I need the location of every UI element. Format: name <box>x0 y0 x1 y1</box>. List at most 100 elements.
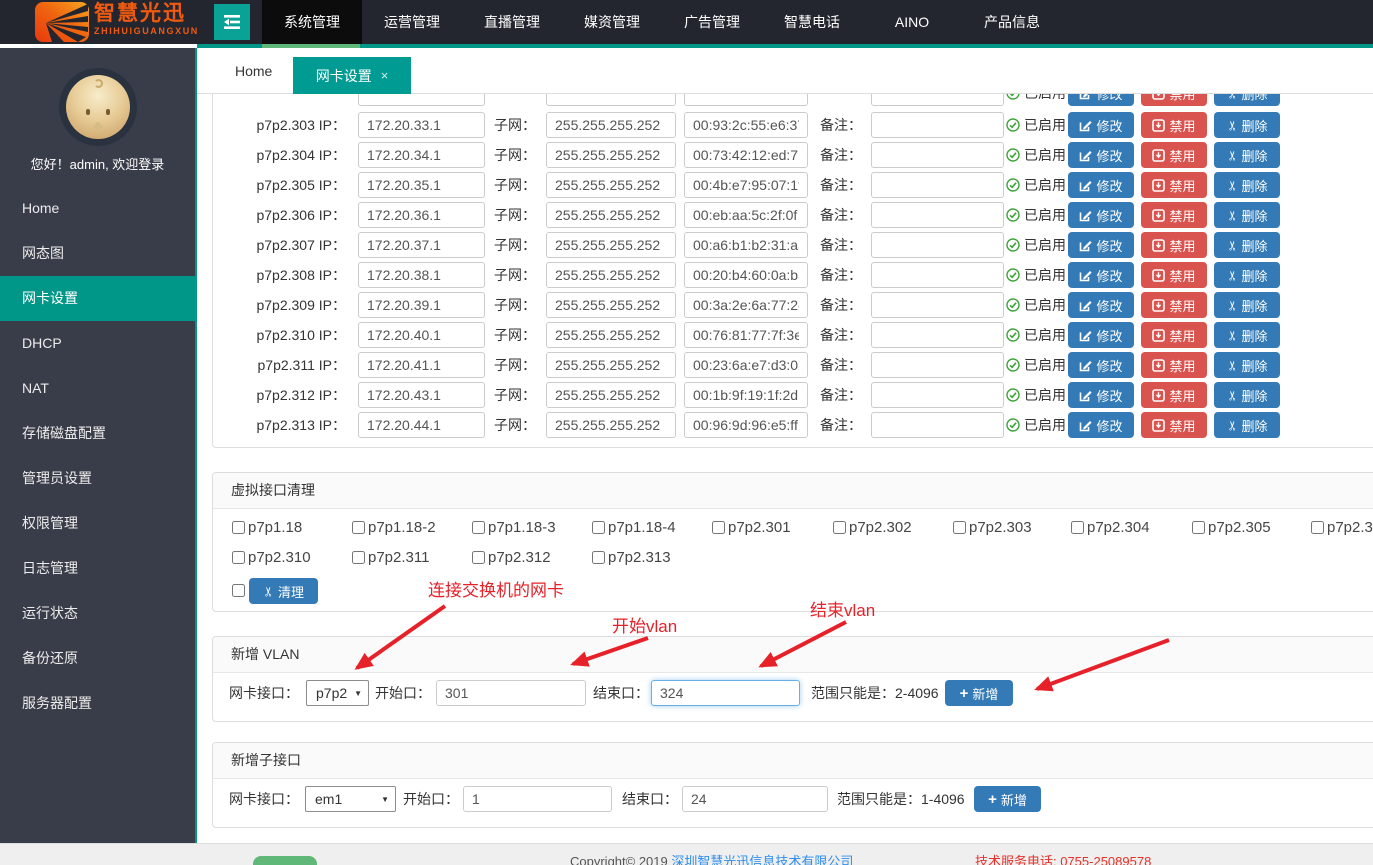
subif-end-input[interactable] <box>682 786 828 812</box>
note-input[interactable] <box>871 382 1004 408</box>
tab-network-settings[interactable]: 网卡设置 × <box>293 57 411 94</box>
checkbox-p7p2.306[interactable] <box>1311 521 1324 534</box>
sidebar-collapse-button[interactable] <box>214 4 250 40</box>
cleanup-checkbox-p7p2.311[interactable]: p7p2.311 <box>352 549 429 566</box>
note-input[interactable] <box>871 202 1004 228</box>
delete-button[interactable]: ✂删除 <box>1214 112 1280 138</box>
note-input[interactable] <box>871 112 1004 138</box>
disable-button[interactable]: 禁用 <box>1141 322 1207 348</box>
checkbox-p7p1.18[interactable] <box>232 521 245 534</box>
delete-button[interactable]: ✂删除 <box>1214 232 1280 258</box>
delete-button[interactable]: ✂删除 <box>1214 292 1280 318</box>
tab-home[interactable]: Home <box>235 48 272 94</box>
checkbox-p7p1.18-4[interactable] <box>592 521 605 534</box>
sidebar-item-服务器配置[interactable]: 服务器配置 <box>0 681 195 726</box>
nav-item-AINO[interactable]: AINO <box>862 0 962 44</box>
subif-start-input[interactable] <box>463 786 612 812</box>
cleanup-checkbox-p7p2.302[interactable]: p7p2.302 <box>833 519 912 536</box>
cleanup-checkbox-p7p2.304[interactable]: p7p2.304 <box>1071 519 1150 536</box>
edit-button[interactable]: 修改 <box>1068 382 1134 408</box>
cleanup-checkbox-p7p2.313[interactable]: p7p2.313 <box>592 549 671 566</box>
ip-input[interactable] <box>358 172 485 198</box>
disable-button[interactable]: 禁用 <box>1141 262 1207 288</box>
disable-button[interactable]: 禁用 <box>1141 94 1207 106</box>
cleanup-select-all-checkbox[interactable] <box>232 584 245 597</box>
checkbox-p7p2.312[interactable] <box>472 551 485 564</box>
cleanup-checkbox-p7p2.310[interactable]: p7p2.310 <box>232 549 311 566</box>
subnet-input[interactable] <box>546 232 676 258</box>
edit-button[interactable]: 修改 <box>1068 412 1134 438</box>
cleanup-checkbox-p7p1.18[interactable]: p7p1.18 <box>232 519 302 536</box>
ip-input[interactable] <box>358 232 485 258</box>
note-input[interactable] <box>871 232 1004 258</box>
cleanup-checkbox-p7p1.18-3[interactable]: p7p1.18-3 <box>472 519 556 536</box>
mac-input[interactable] <box>684 262 808 288</box>
sidebar-item-管理员设置[interactable]: 管理员设置 <box>0 456 195 501</box>
sidebar-item-网态图[interactable]: 网态图 <box>0 231 195 276</box>
note-input[interactable] <box>871 94 1004 106</box>
sidebar-item-Home[interactable]: Home <box>0 186 195 231</box>
mac-input[interactable] <box>684 352 808 378</box>
note-input[interactable] <box>871 412 1004 438</box>
delete-button[interactable]: ✂删除 <box>1214 322 1280 348</box>
subif-add-button[interactable]: + 新增 <box>974 786 1041 812</box>
edit-button[interactable]: 修改 <box>1068 142 1134 168</box>
ip-input[interactable] <box>358 112 485 138</box>
subnet-input[interactable] <box>546 112 676 138</box>
nav-item-媒资管理[interactable]: 媒资管理 <box>562 0 662 44</box>
ip-input[interactable] <box>358 292 485 318</box>
sidebar-item-NAT[interactable]: NAT <box>0 366 195 411</box>
note-input[interactable] <box>871 292 1004 318</box>
delete-button[interactable]: ✂删除 <box>1214 382 1280 408</box>
checkbox-p7p2.311[interactable] <box>352 551 365 564</box>
delete-button[interactable]: ✂删除 <box>1214 202 1280 228</box>
checkbox-p7p1.18-2[interactable] <box>352 521 365 534</box>
mac-input[interactable] <box>684 112 808 138</box>
nav-item-直播管理[interactable]: 直播管理 <box>462 0 562 44</box>
delete-button[interactable]: ✂删除 <box>1214 172 1280 198</box>
delete-button[interactable]: ✂删除 <box>1214 412 1280 438</box>
cleanup-checkbox-p7p2.305[interactable]: p7p2.305 <box>1192 519 1271 536</box>
note-input[interactable] <box>871 142 1004 168</box>
mac-input[interactable] <box>684 142 808 168</box>
sidebar-item-日志管理[interactable]: 日志管理 <box>0 546 195 591</box>
ip-input[interactable] <box>358 142 485 168</box>
ip-input[interactable] <box>358 202 485 228</box>
mac-input[interactable] <box>684 202 808 228</box>
subnet-input[interactable] <box>546 142 676 168</box>
edit-button[interactable]: 修改 <box>1068 112 1134 138</box>
note-input[interactable] <box>871 322 1004 348</box>
edit-button[interactable]: 修改 <box>1068 292 1134 318</box>
sidebar-item-网卡设置[interactable]: 网卡设置 <box>0 276 195 321</box>
subnet-input[interactable] <box>546 322 676 348</box>
cleanup-checkbox-p7p2.303[interactable]: p7p2.303 <box>953 519 1032 536</box>
nav-item-运营管理[interactable]: 运营管理 <box>362 0 462 44</box>
delete-button[interactable]: ✂删除 <box>1214 94 1280 106</box>
subif-nic-select[interactable]: em1▼ <box>305 786 396 812</box>
subnet-input[interactable] <box>546 412 676 438</box>
checkbox-p7p2.310[interactable] <box>232 551 245 564</box>
edit-button[interactable]: 修改 <box>1068 352 1134 378</box>
edit-button[interactable]: 修改 <box>1068 322 1134 348</box>
mac-input[interactable] <box>684 172 808 198</box>
clean-button[interactable]: ✂ 清理 <box>249 578 318 604</box>
nav-item-智慧电话[interactable]: 智慧电话 <box>762 0 862 44</box>
subnet-input[interactable] <box>546 94 676 106</box>
nav-item-系统管理[interactable]: 系统管理 <box>262 0 362 44</box>
checkbox-p7p2.313[interactable] <box>592 551 605 564</box>
subnet-input[interactable] <box>546 382 676 408</box>
ip-input[interactable] <box>358 262 485 288</box>
mac-input[interactable] <box>684 94 808 106</box>
checkbox-p7p2.304[interactable] <box>1071 521 1084 534</box>
vlan-add-button[interactable]: + 新增 <box>945 680 1013 706</box>
edit-button[interactable]: 修改 <box>1068 172 1134 198</box>
edit-button[interactable]: 修改 <box>1068 262 1134 288</box>
disable-button[interactable]: 禁用 <box>1141 412 1207 438</box>
mac-input[interactable] <box>684 322 808 348</box>
sidebar-item-存储磁盘配置[interactable]: 存储磁盘配置 <box>0 411 195 456</box>
note-input[interactable] <box>871 352 1004 378</box>
delete-button[interactable]: ✂删除 <box>1214 142 1280 168</box>
edit-button[interactable]: 修改 <box>1068 94 1134 106</box>
company-link[interactable]: 深圳智慧光迅信息技术有限公司 <box>671 854 853 865</box>
subnet-input[interactable] <box>546 202 676 228</box>
